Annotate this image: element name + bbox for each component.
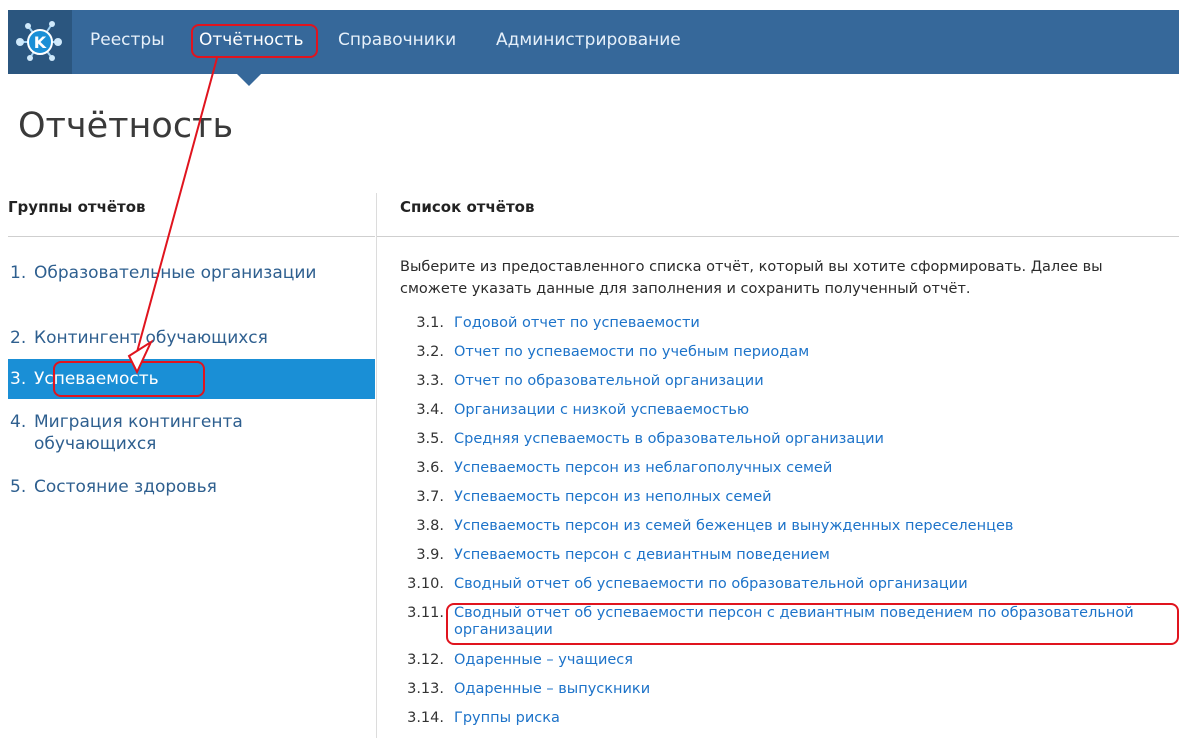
report-number: 3.5. — [416, 431, 444, 447]
column-divider — [376, 193, 377, 738]
report-number: 3.2. — [416, 344, 444, 360]
report-number: 3.12. — [407, 652, 444, 668]
report-item[interactable]: 3.8. Успеваемость персон из семей беженц… — [400, 518, 1179, 538]
active-nav-caret — [237, 74, 261, 86]
group-label: Контингент обучающихся — [34, 328, 268, 348]
report-link[interactable]: Годовой отчет по успеваемости — [454, 315, 700, 332]
report-link[interactable]: Отчет по образовательной организации — [454, 373, 764, 390]
report-item[interactable]: 3.5. Средняя успеваемость в образователь… — [400, 431, 1179, 451]
nav-item-registries[interactable]: Реестры — [90, 30, 165, 50]
group-item-educational-orgs[interactable]: 1. Образовательные организации — [8, 262, 375, 306]
report-item[interactable]: 3.13. Одаренные – выпускники — [400, 681, 1179, 701]
reports-intro-text: Выберите из предоставленного списка отчё… — [400, 259, 1103, 297]
report-item[interactable]: 3.3. Отчет по образовательной организаци… — [400, 373, 1179, 393]
report-item[interactable]: 3.9. Успеваемость персон с девиантным по… — [400, 547, 1179, 567]
annotation-box-performance-group — [53, 361, 205, 397]
report-number: 3.9. — [416, 547, 444, 563]
report-link[interactable]: Одаренные – выпускники — [454, 681, 650, 698]
report-link[interactable]: Группы риска — [454, 710, 560, 727]
report-link[interactable]: Успеваемость персон с девиантным поведен… — [454, 547, 830, 564]
report-number: 3.3. — [416, 373, 444, 389]
group-number: 1. — [10, 263, 27, 283]
report-item[interactable]: 3.14. Группы риска — [400, 710, 1179, 730]
report-number: 3.14. — [407, 710, 444, 726]
report-number: 3.1. — [416, 315, 444, 331]
report-link[interactable]: Успеваемость персон из неполных семей — [454, 489, 772, 506]
group-number: 3. — [10, 369, 27, 389]
nav-item-directories[interactable]: Справочники — [338, 30, 456, 50]
top-nav-bar: K Реестры Отчётность Справочники Админис… — [8, 10, 1179, 74]
k-network-logo-icon[interactable]: K — [8, 10, 72, 74]
report-link[interactable]: Успеваемость персон из семей беженцев и … — [454, 518, 1013, 535]
report-item[interactable]: 3.10. Сводный отчет об успеваемости по о… — [400, 576, 1179, 596]
report-link[interactable]: Средняя успеваемость в образовательной о… — [454, 431, 884, 448]
reports-heading: Список отчётов — [400, 198, 535, 216]
groups-heading-rule — [8, 236, 375, 237]
nav-item-administration[interactable]: Администрирование — [496, 30, 681, 50]
page-title: Отчётность — [18, 106, 234, 146]
report-link[interactable]: Одаренные – учащиеся — [454, 652, 633, 669]
group-item-health-status[interactable]: 5. Состояние здоровья — [8, 476, 375, 500]
report-number: 3.7. — [416, 489, 444, 505]
report-number: 3.11. — [407, 605, 444, 621]
report-link[interactable]: Успеваемость персон из неблагополучных с… — [454, 460, 832, 477]
group-label: Образовательные организации — [34, 263, 317, 283]
report-number: 3.4. — [416, 402, 444, 418]
annotation-box-reporting-nav — [191, 24, 318, 58]
group-label: Миграция контингента обучающихся — [34, 412, 243, 454]
report-link[interactable]: Сводный отчет об успеваемости по образов… — [454, 576, 968, 593]
groups-heading: Группы отчётов — [8, 198, 146, 216]
report-number: 3.8. — [416, 518, 444, 534]
report-item[interactable]: 3.1. Годовой отчет по успеваемости — [400, 315, 1179, 335]
report-item[interactable]: 3.7. Успеваемость персон из неполных сем… — [400, 489, 1179, 509]
report-item[interactable]: 3.2. Отчет по успеваемости по учебным пе… — [400, 344, 1179, 364]
report-number: 3.10. — [407, 576, 444, 592]
svg-text:K: K — [34, 33, 47, 52]
group-label: Состояние здоровья — [34, 477, 217, 497]
group-number: 2. — [10, 328, 27, 348]
group-number: 4. — [10, 412, 27, 432]
report-item[interactable]: 3.4. Организации с низкой успеваемостью — [400, 402, 1179, 422]
group-item-student-contingent[interactable]: 2. Контингент обучающихся — [8, 327, 375, 351]
group-item-contingent-migration[interactable]: 4. Миграция контингента обучающихся — [8, 411, 375, 455]
report-link[interactable]: Отчет по успеваемости по учебным периода… — [454, 344, 809, 361]
report-number: 3.13. — [407, 681, 444, 697]
report-number: 3.6. — [416, 460, 444, 476]
app-window: K Реестры Отчётность Справочники Админис… — [8, 10, 1179, 738]
report-item[interactable]: 3.12. Одаренные – учащиеся — [400, 652, 1179, 672]
annotation-box-report-3-11 — [446, 603, 1179, 645]
group-number: 5. — [10, 477, 27, 497]
report-item[interactable]: 3.6. Успеваемость персон из неблагополуч… — [400, 460, 1179, 480]
reports-heading-rule — [377, 236, 1179, 237]
report-link[interactable]: Организации с низкой успеваемостью — [454, 402, 749, 419]
